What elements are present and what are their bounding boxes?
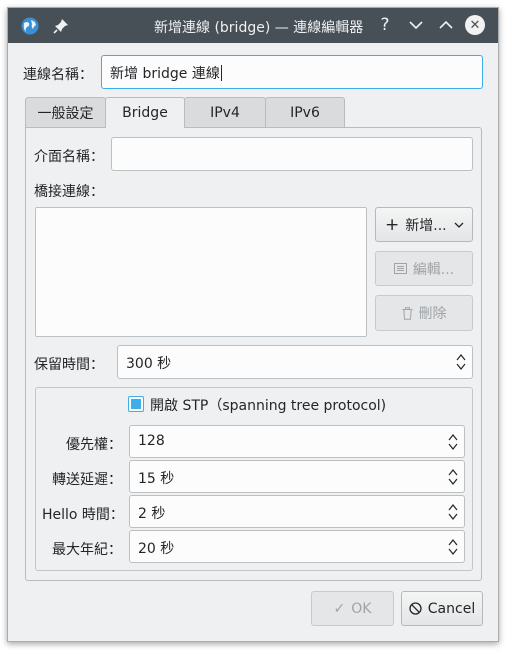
delete-connection-button[interactable]: 刪除 — [375, 295, 473, 331]
aging-time-label: 保留時間： — [34, 357, 104, 373]
check-icon: ✓ — [333, 600, 346, 617]
trash-icon — [402, 306, 412, 320]
globe-icon — [21, 17, 39, 35]
ok-button[interactable]: ✓ OK — [311, 591, 394, 626]
maximize-button[interactable] — [435, 14, 457, 36]
stp-checkbox-label[interactable]: 開啟 STP（spanning tree protocol) — [150, 395, 386, 415]
forward-delay-value: 15 秒 — [138, 471, 175, 487]
window-title: 新增連線 (bridge) — 連線編輯器 — [154, 20, 364, 36]
hello-time-value: 2 秒 — [138, 506, 166, 522]
connection-editor-window: 新增連線 (bridge) — 連線編輯器 ? ✕ 連線名稱： 新增 bridg… — [7, 7, 499, 642]
close-button[interactable]: ✕ — [465, 15, 485, 35]
priority-label: 優先權： — [66, 437, 122, 453]
priority-spinbox[interactable]: 128 — [129, 425, 465, 458]
chevron-down-icon — [409, 21, 423, 30]
bridge-tab-panel: 介面名稱： 橋接連線： + 新增... 編輯... 刪除 保留時間： 300 秒 — [25, 127, 482, 581]
titlebar[interactable]: 新增連線 (bridge) — 連線編輯器 ? ✕ — [8, 8, 498, 43]
chevron-down-icon — [454, 222, 464, 228]
spin-arrows-icon[interactable] — [448, 502, 458, 522]
add-connection-label: 新增... — [405, 217, 447, 234]
cancel-label: Cancel — [427, 600, 476, 617]
stp-checkbox[interactable] — [128, 396, 144, 412]
forward-delay-spinbox[interactable]: 15 秒 — [129, 460, 465, 493]
help-button[interactable]: ? — [374, 14, 396, 36]
spin-arrows-icon[interactable] — [448, 537, 458, 557]
edit-connection-label: 編輯... — [412, 261, 455, 278]
hello-time-spinbox[interactable]: 2 秒 — [129, 495, 465, 528]
forward-delay-label: 轉送延遲： — [52, 472, 122, 488]
connection-name-input[interactable]: 新增 bridge 連線 — [101, 55, 483, 89]
aging-time-value: 300 秒 — [126, 356, 172, 372]
cancel-button[interactable]: Cancel — [401, 591, 483, 626]
max-age-spinbox[interactable]: 20 秒 — [129, 530, 465, 563]
max-age-label: 最大年紀： — [52, 542, 122, 558]
hello-time-label: Hello 時間： — [42, 507, 124, 523]
tab-general[interactable]: 一般設定 — [25, 97, 106, 127]
plus-icon: + — [385, 214, 400, 235]
aging-time-spinbox[interactable]: 300 秒 — [117, 345, 473, 379]
max-age-value: 20 秒 — [138, 541, 175, 557]
priority-value: 128 — [138, 433, 165, 449]
stp-group: 開啟 STP（spanning tree protocol) 優先權： 128 … — [35, 387, 473, 571]
tab-ipv4[interactable]: IPv4 — [184, 97, 266, 127]
chevron-up-icon — [439, 20, 453, 29]
minimize-button[interactable] — [405, 14, 427, 36]
spin-arrows-icon[interactable] — [448, 432, 458, 452]
edit-list-icon — [393, 263, 407, 274]
spin-arrows-icon[interactable] — [448, 467, 458, 487]
ok-label: OK — [351, 600, 372, 617]
bridged-connections-label: 橋接連線： — [34, 184, 104, 200]
bridged-connections-list[interactable] — [35, 207, 367, 337]
interface-name-input[interactable] — [111, 137, 473, 171]
spin-arrows-icon[interactable] — [456, 352, 466, 372]
connection-name-label: 連線名稱： — [23, 67, 93, 83]
tab-bridge[interactable]: Bridge — [105, 97, 185, 128]
add-connection-button[interactable]: + 新增... — [375, 207, 473, 242]
pin-icon[interactable] — [52, 17, 70, 35]
tab-ipv6[interactable]: IPv6 — [265, 97, 345, 127]
edit-connection-button[interactable]: 編輯... — [375, 251, 473, 286]
connection-name-value: 新增 bridge 連線 — [110, 65, 222, 82]
cancel-icon — [409, 602, 422, 615]
checkbox-checked-indicator — [131, 399, 141, 409]
delete-connection-label: 刪除 — [418, 306, 447, 322]
interface-name-label: 介面名稱： — [34, 149, 104, 165]
